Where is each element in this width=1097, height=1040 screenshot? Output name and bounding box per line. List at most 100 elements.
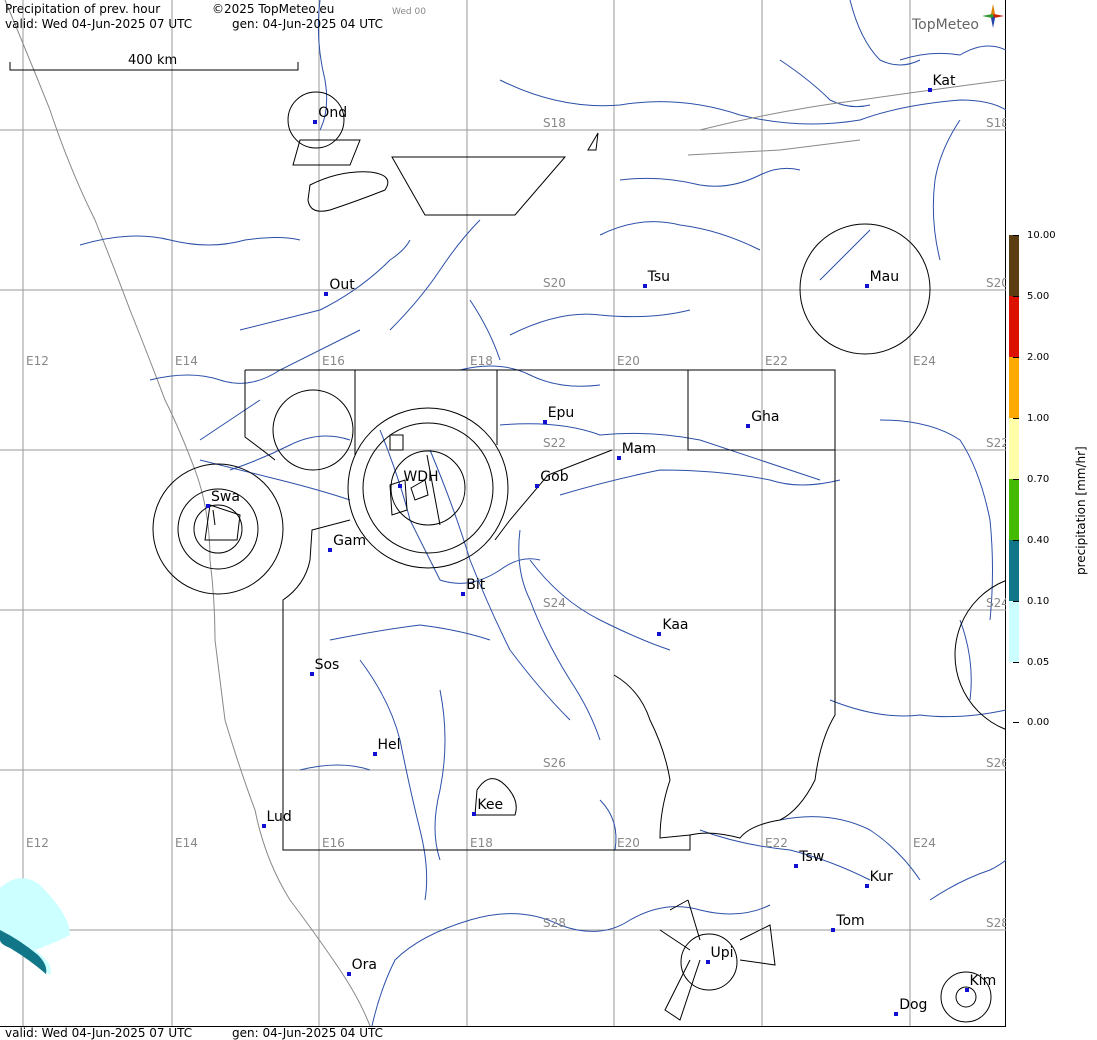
city-label-kur: Kur — [869, 869, 893, 885]
city-marker-tom[interactable] — [831, 928, 836, 932]
lat-label-edge: S20 — [986, 277, 1006, 290]
city-label-ora: Ora — [351, 957, 377, 973]
city-label-ond: Ond — [318, 105, 348, 121]
city-label-sos: Sos — [314, 657, 340, 673]
city-label-gob: Gob — [540, 469, 569, 485]
copyright: ©2025 TopMeteo.eu — [212, 2, 335, 16]
caprivi-border — [687, 79, 1006, 156]
legend-tick-label: 0.10 — [1027, 596, 1050, 607]
lat-label-edge: S18 — [986, 117, 1006, 130]
scale-bar-label: 400 km — [128, 53, 178, 68]
city-label-kee: Kee — [477, 797, 504, 813]
city-marker-tsw[interactable] — [794, 864, 799, 868]
city-marker-ond[interactable] — [313, 120, 318, 124]
city-marker-epu[interactable] — [542, 420, 547, 424]
city-marker-mam[interactable] — [616, 456, 621, 460]
legend-color-band — [1009, 540, 1019, 601]
city-marker-kaa[interactable] — [657, 632, 662, 636]
city-label-tom: Tom — [836, 913, 865, 929]
city-label-lud: Lud — [266, 809, 292, 825]
map-area[interactable]: Precipitation of prev. hour ©2025 TopMet… — [0, 0, 1006, 1026]
city-label-out: Out — [329, 277, 355, 293]
lat-label: S18 — [543, 116, 566, 130]
city-marker-swa[interactable] — [206, 504, 210, 508]
legend-tick — [1013, 540, 1019, 541]
city-label-hel: Hel — [377, 737, 401, 753]
city-marker-sos[interactable] — [309, 672, 314, 676]
legend-color-band — [1009, 662, 1019, 722]
city-marker-gob[interactable] — [535, 484, 540, 488]
legend-tick — [1013, 235, 1019, 236]
day-tag: Wed 00 — [392, 7, 426, 17]
lat-label: S22 — [543, 436, 566, 450]
city-label-wdh: WDH — [403, 469, 439, 485]
legend-title: precipitation [mm/hr] — [1074, 446, 1088, 575]
city-label-tsw: Tsw — [799, 849, 825, 865]
city-label-bit: Bit — [466, 577, 486, 593]
city-marker-upi[interactable] — [705, 960, 710, 964]
city-label-mam: Mam — [621, 441, 656, 457]
lon-label: E12 — [26, 354, 49, 368]
city-marker-out[interactable] — [324, 292, 329, 296]
legend-tick — [1013, 357, 1019, 358]
lat-label: S24 — [543, 596, 566, 610]
city-marker-mau[interactable] — [864, 284, 869, 288]
city-marker-wdh[interactable] — [398, 484, 403, 488]
legend-tick-label: 0.05 — [1027, 657, 1050, 668]
legend-color-band — [1009, 357, 1019, 418]
brand-logo-text: TopMeteo — [912, 17, 979, 33]
coastline — [4, 0, 371, 1026]
legend-tick-label: 0.40 — [1027, 535, 1050, 546]
city-label-kat: Kat — [932, 73, 956, 89]
lat-label-edge: S28 — [986, 917, 1006, 930]
etosha-pan — [307, 171, 389, 212]
city-marker-gha[interactable] — [746, 424, 751, 428]
lat-label: S20 — [543, 276, 566, 290]
lat-label: S26 — [543, 756, 566, 770]
city-marker-kim[interactable] — [964, 988, 969, 992]
legend-tick — [1013, 601, 1019, 602]
river-orange — [371, 904, 771, 1026]
city-marker-kur[interactable] — [864, 884, 869, 888]
city-marker-hel[interactable] — [372, 752, 377, 756]
legend-tick — [1013, 722, 1019, 723]
precipitation-area — [0, 878, 70, 975]
compass-logo-icon — [982, 4, 1004, 28]
lon-label: E16 — [322, 354, 345, 368]
lon-label: E22 — [765, 354, 788, 368]
legend-color-band — [1009, 296, 1019, 357]
legend-tick-label: 0.00 — [1027, 717, 1050, 728]
lon-label: E20 — [617, 836, 640, 850]
city-label-gam: Gam — [333, 533, 367, 549]
lon-label: E14 — [175, 354, 198, 368]
lat-lon-grid — [0, 0, 1006, 1026]
city-marker-tsu[interactable] — [642, 284, 647, 288]
legend-tick — [1013, 479, 1019, 480]
footer-gen-time: gen: 04-Jun-2025 04 UTC — [232, 1026, 384, 1040]
city-marker-lud[interactable] — [261, 824, 266, 828]
legend-color-band — [1009, 235, 1019, 296]
river-kunene — [79, 235, 301, 246]
city-label-dog: Dog — [899, 997, 928, 1013]
lon-label: E24 — [913, 354, 936, 368]
city-marker-dog[interactable] — [894, 1012, 899, 1016]
lon-label: E14 — [175, 836, 198, 850]
legend-color-band — [1009, 601, 1019, 662]
city-label-kim: Kim — [969, 973, 997, 989]
legend-color-band — [1009, 479, 1019, 540]
city-label-tsu: Tsu — [647, 269, 670, 285]
city-marker-gam[interactable] — [328, 548, 333, 552]
map-canvas — [0, 0, 1006, 1026]
city-marker-kat[interactable] — [927, 88, 932, 92]
city-label-swa: Swa — [211, 489, 240, 505]
city-marker-ora[interactable] — [346, 972, 351, 976]
legend-tick-label: 0.70 — [1027, 474, 1050, 485]
valid-time: valid: Wed 04-Jun-2025 07 UTC — [5, 17, 193, 31]
gen-time: gen: 04-Jun-2025 04 UTC — [232, 17, 384, 31]
legend-tick-label: 1.00 — [1027, 413, 1050, 424]
city-label-mau: Mau — [869, 269, 900, 285]
city-marker-bit[interactable] — [461, 592, 466, 596]
lon-label: E18 — [470, 354, 493, 368]
city-marker-kee[interactable] — [472, 812, 477, 816]
lat-label-edge: S26 — [986, 757, 1006, 770]
